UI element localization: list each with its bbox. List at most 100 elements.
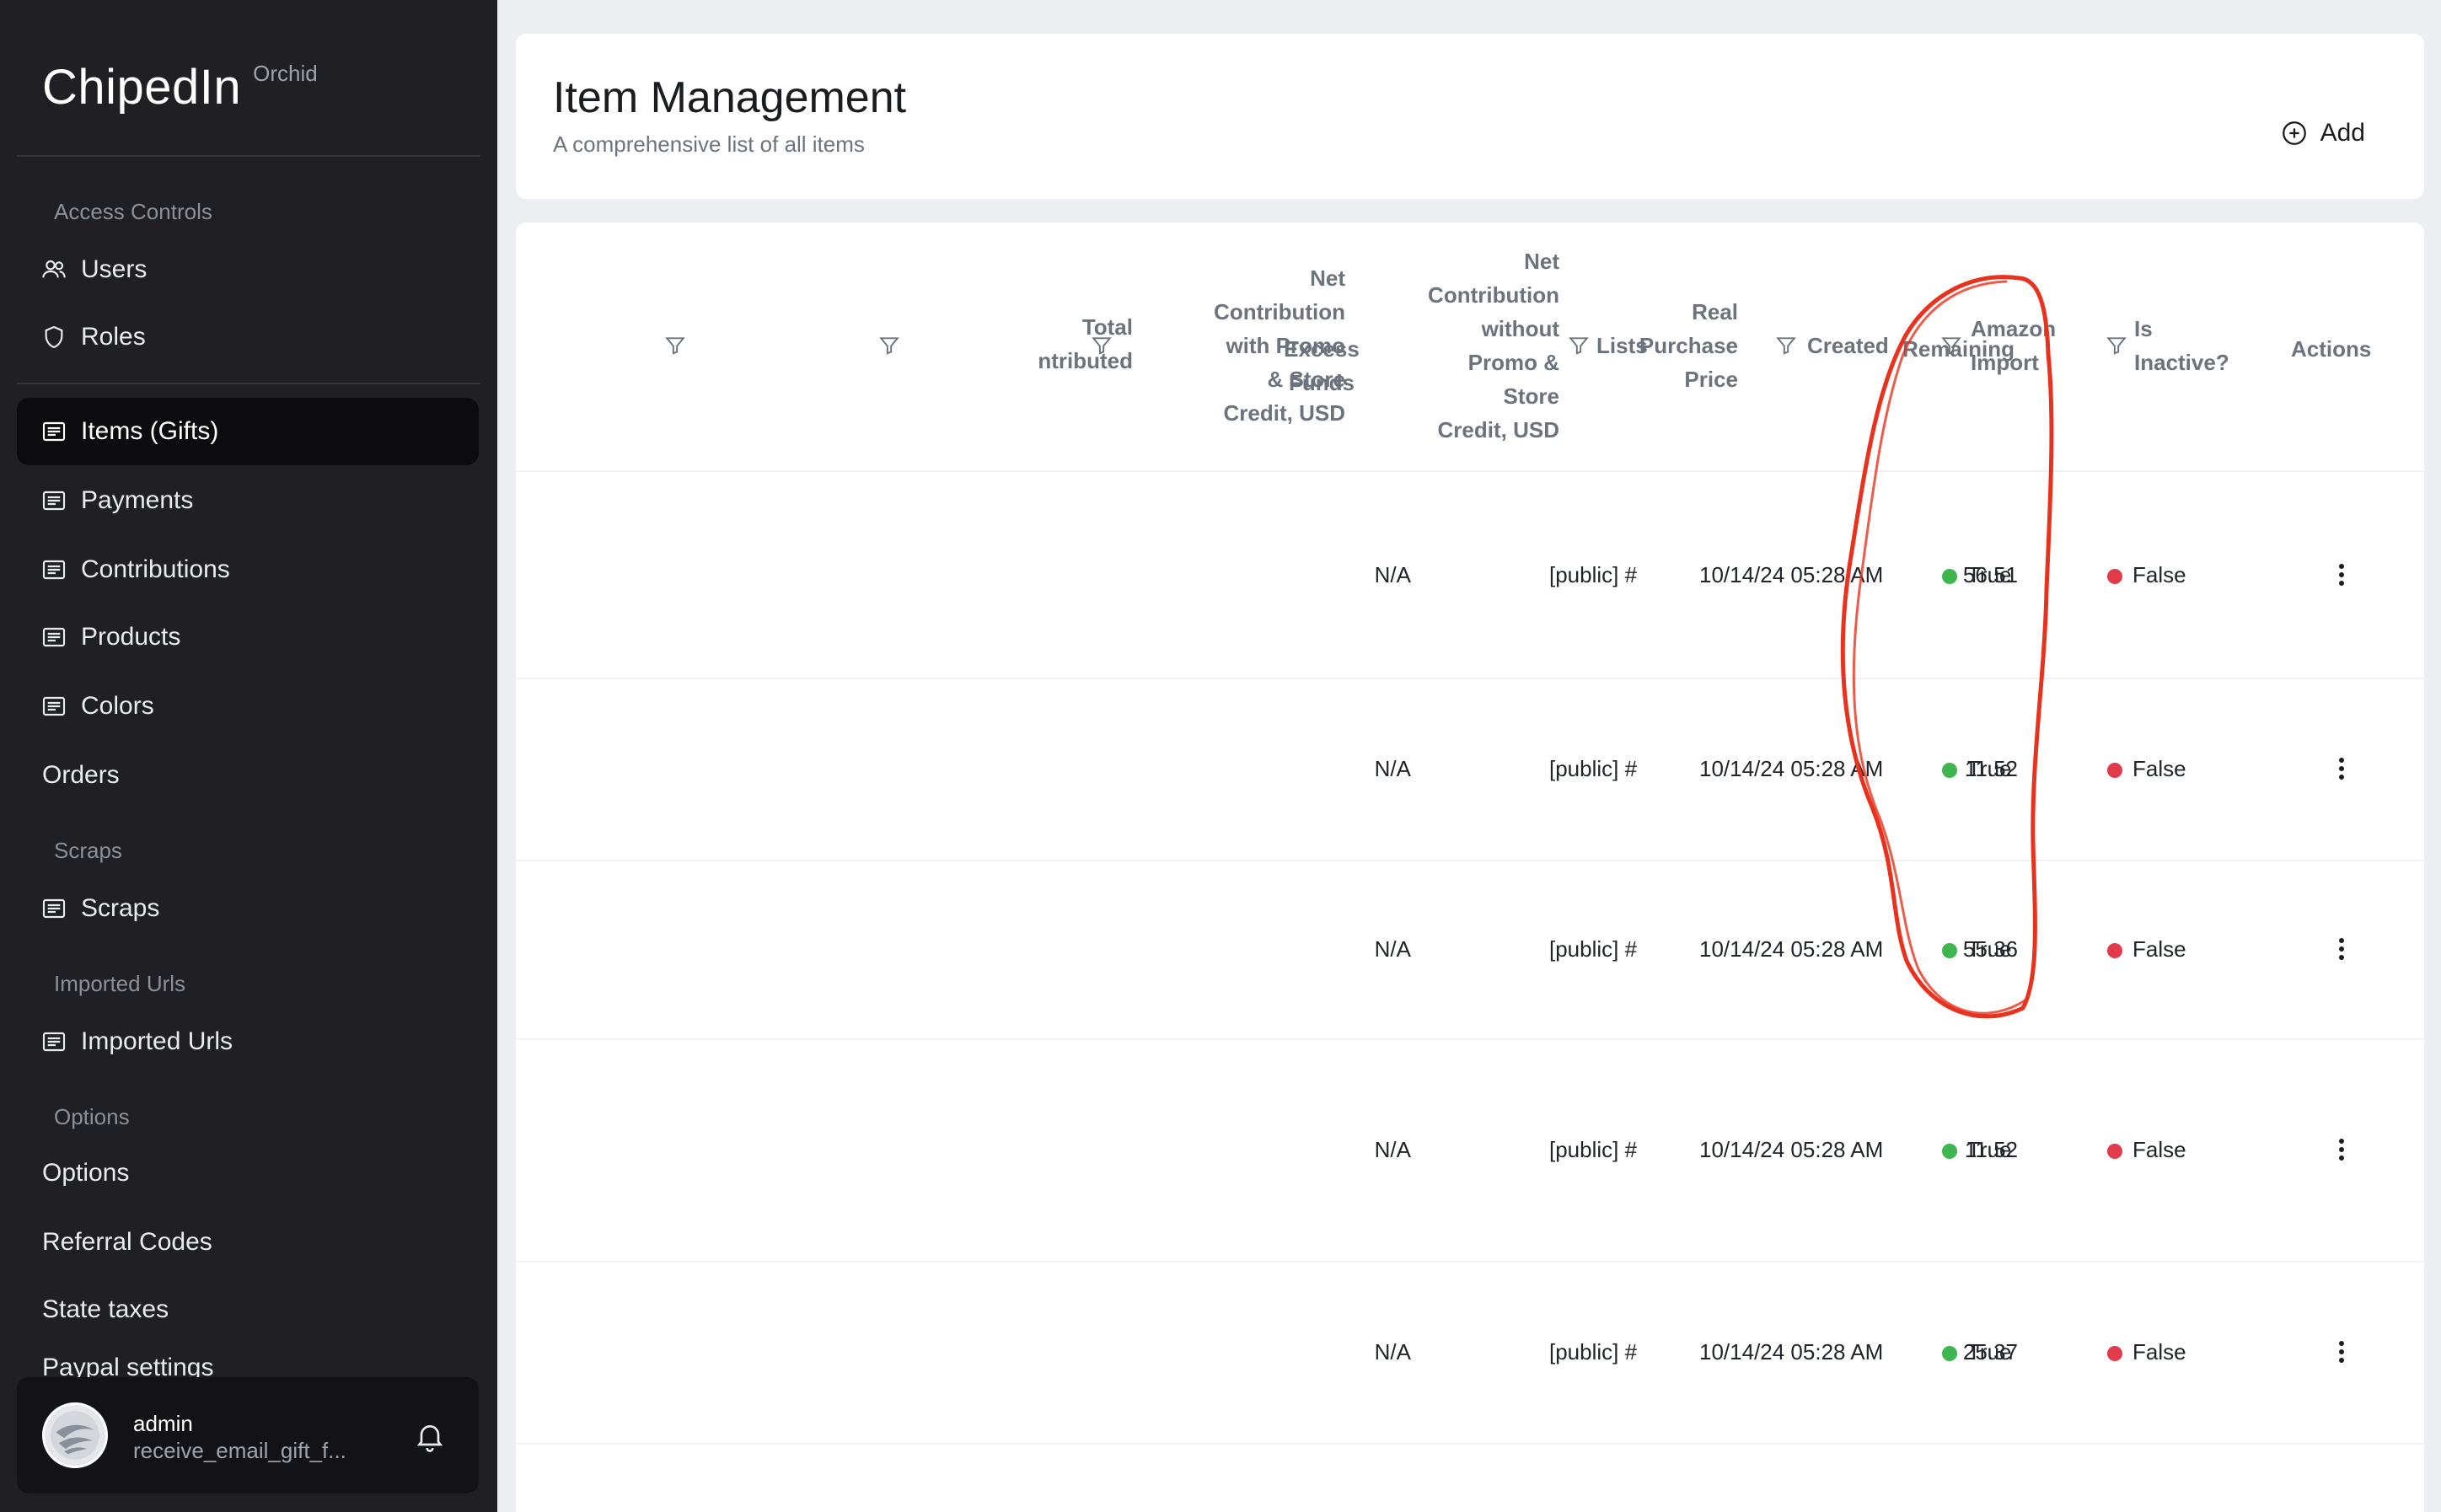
sidebar-item-label: Referral Codes xyxy=(42,1228,212,1256)
sidebar-item-scraps[interactable]: Scraps xyxy=(17,875,479,942)
avatar-logo-icon xyxy=(51,1411,99,1460)
cell-lists[interactable]: [public] # xyxy=(1549,1339,1637,1365)
status-dot-false xyxy=(2107,1346,2122,1361)
page-header: Item Management A comprehensive list of … xyxy=(516,34,2424,199)
app-name: ChipedIn xyxy=(42,60,242,115)
cell-amazon-import: True xyxy=(1942,1137,2012,1162)
sidebar-item-state-taxes[interactable]: State taxes xyxy=(17,1276,479,1343)
row-actions-menu-icon[interactable] xyxy=(2333,560,2350,589)
page-subtitle: A comprehensive list of all items xyxy=(553,131,865,157)
filter-icon[interactable] xyxy=(1940,334,1962,357)
table-row-divider xyxy=(516,860,2424,861)
list-icon xyxy=(40,895,67,922)
cell-excess-funds: N/A xyxy=(1374,1339,1411,1365)
sidebar-item-label: Products xyxy=(81,623,181,651)
add-button[interactable]: Add xyxy=(2280,119,2365,147)
list-icon xyxy=(40,556,67,583)
column-header-excess-funds[interactable]: Excess Funds xyxy=(1256,332,1387,399)
sidebar-item-label: Orders xyxy=(42,761,120,789)
cell-excess-funds: N/A xyxy=(1374,562,1411,587)
sidebar-item-contributions[interactable]: Contributions xyxy=(17,536,479,603)
sidebar-item-label: Contributions xyxy=(81,555,230,583)
status-dot-true xyxy=(1942,763,1957,778)
sidebar: ChipedIn Orchid Access Controls Users Ro… xyxy=(0,0,497,1512)
section-title-imported-urls: Imported Urls xyxy=(54,971,186,996)
column-header-is-inactive[interactable]: Is Inactive? xyxy=(2134,312,2229,379)
cell-lists[interactable]: [public] # xyxy=(1549,756,1637,781)
cell-created: 10/14/24 05:28 AM xyxy=(1699,1137,1884,1162)
cell-excess-funds: N/A xyxy=(1374,756,1411,781)
plus-circle-icon xyxy=(2282,121,2306,145)
user-email: receive_email_gift_f... xyxy=(133,1438,346,1463)
cell-lists[interactable]: [public] # xyxy=(1549,936,1637,962)
cell-is-inactive: False xyxy=(2107,1339,2186,1365)
row-actions-menu-icon[interactable] xyxy=(2333,1338,2350,1366)
sidebar-item-label: Items (Gifts) xyxy=(81,417,219,445)
table-row-divider xyxy=(516,678,2424,679)
sidebar-item-users[interactable]: Users xyxy=(17,236,479,303)
filter-icon[interactable] xyxy=(878,334,900,357)
sidebar-item-label: State taxes xyxy=(42,1295,169,1323)
section-title-options: Options xyxy=(54,1104,130,1129)
list-icon xyxy=(40,487,67,514)
cell-lists[interactable]: [public] # xyxy=(1549,562,1637,587)
sidebar-item-options[interactable]: Options xyxy=(17,1139,479,1207)
shield-icon xyxy=(40,324,67,351)
table-divider xyxy=(516,470,2424,472)
sidebar-item-referral-codes[interactable]: Referral Codes xyxy=(17,1209,479,1276)
column-header-created[interactable]: Created xyxy=(1807,329,1889,362)
cell-is-inactive: False xyxy=(2107,1137,2186,1162)
cell-created: 10/14/24 05:28 AM xyxy=(1699,936,1884,962)
column-header-net-without-promo[interactable]: Net Contribution without Promo & Store C… xyxy=(1428,244,1559,447)
cell-created: 10/14/24 05:28 AM xyxy=(1699,756,1884,781)
row-actions-menu-icon[interactable] xyxy=(2333,754,2350,783)
sidebar-item-roles[interactable]: Roles xyxy=(17,303,479,371)
section-title-scraps: Scraps xyxy=(54,838,122,863)
table-row-divider xyxy=(516,1443,2424,1445)
filter-icon[interactable] xyxy=(1091,334,1113,357)
cell-excess-funds: N/A xyxy=(1374,1137,1411,1162)
column-header-amazon-import[interactable]: Amazon Import xyxy=(1971,312,2056,379)
sidebar-item-payments[interactable]: Payments xyxy=(17,467,479,534)
user-profile[interactable]: admin receive_email_gift_f... xyxy=(17,1377,479,1493)
sidebar-item-label: Imported Urls xyxy=(81,1027,233,1055)
sidebar-item-imported-urls[interactable]: Imported Urls xyxy=(17,1008,479,1075)
sidebar-item-products[interactable]: Products xyxy=(17,603,479,671)
row-actions-menu-icon[interactable] xyxy=(2333,1135,2350,1164)
cell-amazon-import: True xyxy=(1942,756,2012,781)
cell-amazon-import: True xyxy=(1942,562,2012,587)
row-actions-menu-icon[interactable] xyxy=(2333,935,2350,963)
filter-icon[interactable] xyxy=(2106,334,2127,357)
list-icon xyxy=(40,624,67,651)
column-header-lists[interactable]: Lists xyxy=(1596,329,1648,362)
status-dot-false xyxy=(2107,943,2122,958)
sidebar-item-label: Users xyxy=(81,255,148,283)
filter-icon[interactable] xyxy=(664,334,686,357)
filter-icon[interactable] xyxy=(1775,334,1797,357)
page-title: Item Management xyxy=(553,73,907,122)
sidebar-item-colors[interactable]: Colors xyxy=(17,673,479,740)
status-dot-false xyxy=(2107,569,2122,584)
sidebar-item-label: Roles xyxy=(81,323,146,351)
sidebar-item-label: Payments xyxy=(81,486,194,514)
sidebar-item-label: Colors xyxy=(81,692,154,720)
sidebar-divider xyxy=(17,383,480,384)
users-icon xyxy=(40,256,67,283)
status-dot-true xyxy=(1942,943,1957,958)
filter-icon[interactable] xyxy=(1568,334,1590,357)
sidebar-item-label: Scraps xyxy=(81,894,160,922)
items-table: Total ntributed Net Contribution with Pr… xyxy=(516,223,2424,1512)
app-subtitle: Orchid xyxy=(253,61,318,86)
sidebar-item-label: Options xyxy=(42,1159,130,1187)
add-button-label: Add xyxy=(2320,119,2365,147)
cell-excess-funds: N/A xyxy=(1374,936,1411,962)
column-header-total-contributed[interactable]: Total ntributed xyxy=(1038,310,1133,378)
cell-lists[interactable]: [public] # xyxy=(1549,1137,1637,1162)
sidebar-item-items-gifts[interactable]: Items (Gifts) xyxy=(17,398,479,465)
sidebar-divider xyxy=(17,155,480,157)
sidebar-item-orders[interactable]: Orders xyxy=(17,742,479,809)
brand[interactable]: ChipedIn Orchid xyxy=(42,59,318,115)
bell-icon[interactable] xyxy=(413,1419,447,1453)
column-header-actions: Actions xyxy=(2291,336,2372,362)
column-header-real-purchase-price[interactable]: Real Purchase Price xyxy=(1639,295,1738,396)
